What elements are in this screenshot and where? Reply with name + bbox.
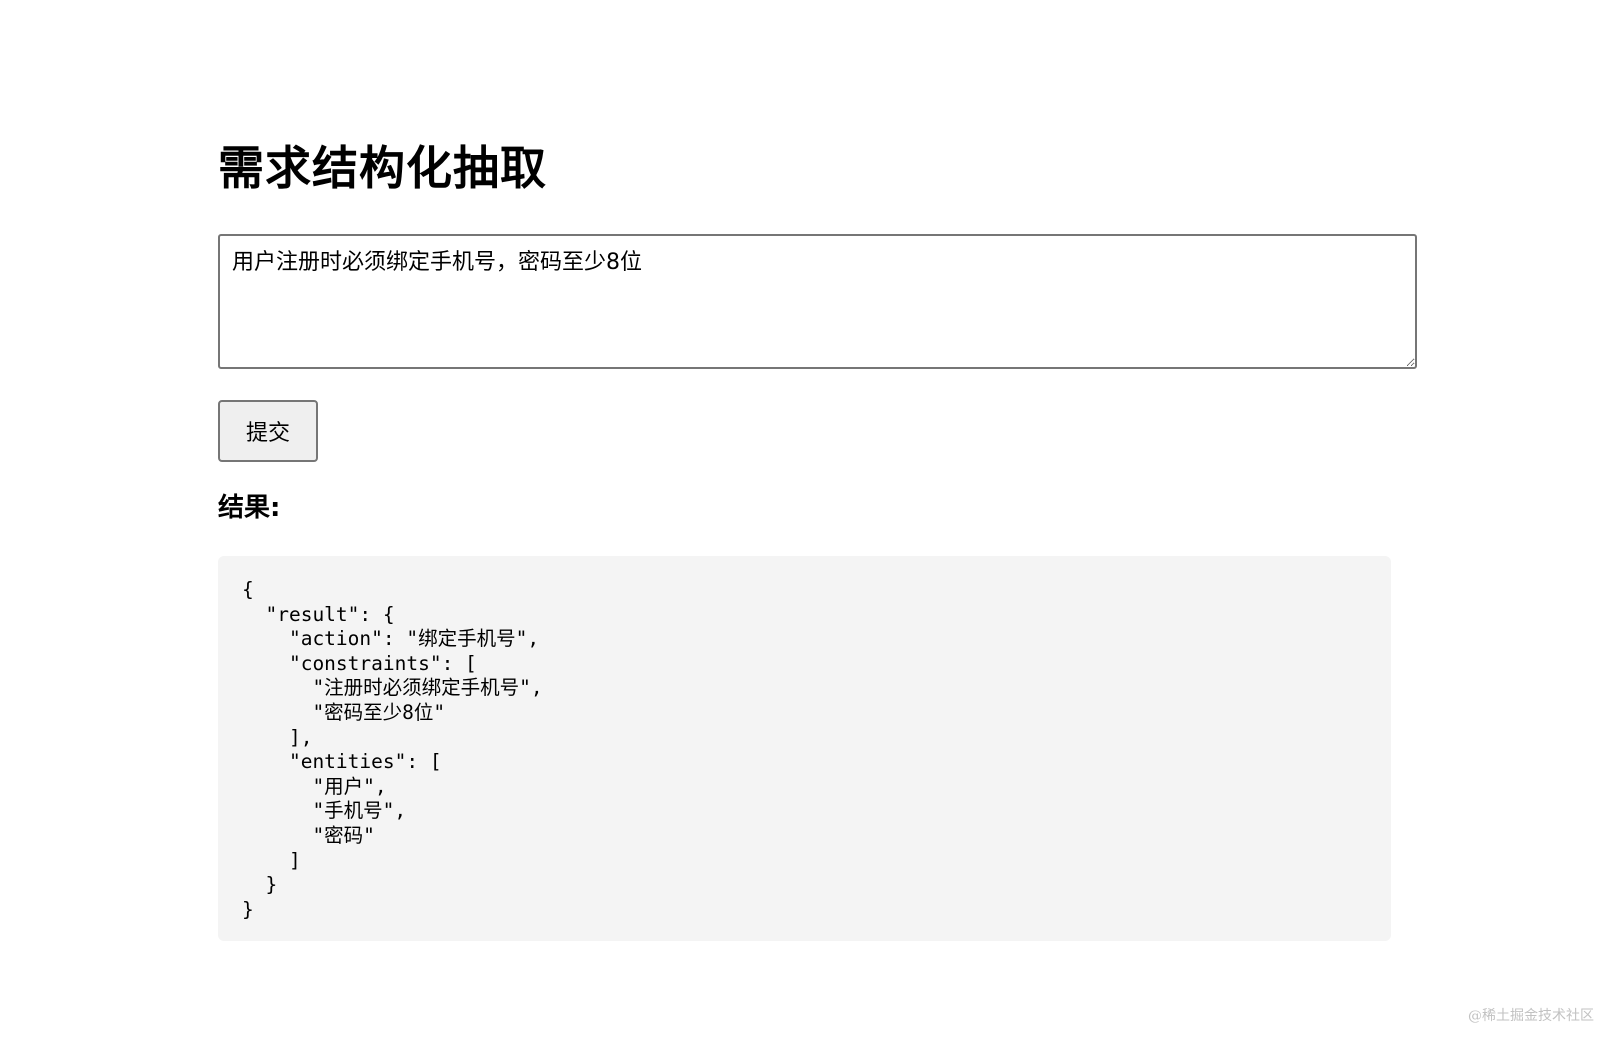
result-heading: 结果:: [218, 493, 281, 523]
page: 需求结构化抽取 用户注册时必须绑定手机号，密码至少8位 提交 结果: { "re…: [0, 0, 1600, 1039]
page-title: 需求结构化抽取: [218, 141, 547, 195]
requirement-input[interactable]: 用户注册时必须绑定手机号，密码至少8位: [218, 234, 1417, 369]
result-json-output: { "result": { "action": "绑定手机号", "constr…: [218, 556, 1391, 941]
submit-button[interactable]: 提交: [218, 400, 318, 462]
watermark: @稀土掘金技术社区: [1468, 1008, 1594, 1024]
